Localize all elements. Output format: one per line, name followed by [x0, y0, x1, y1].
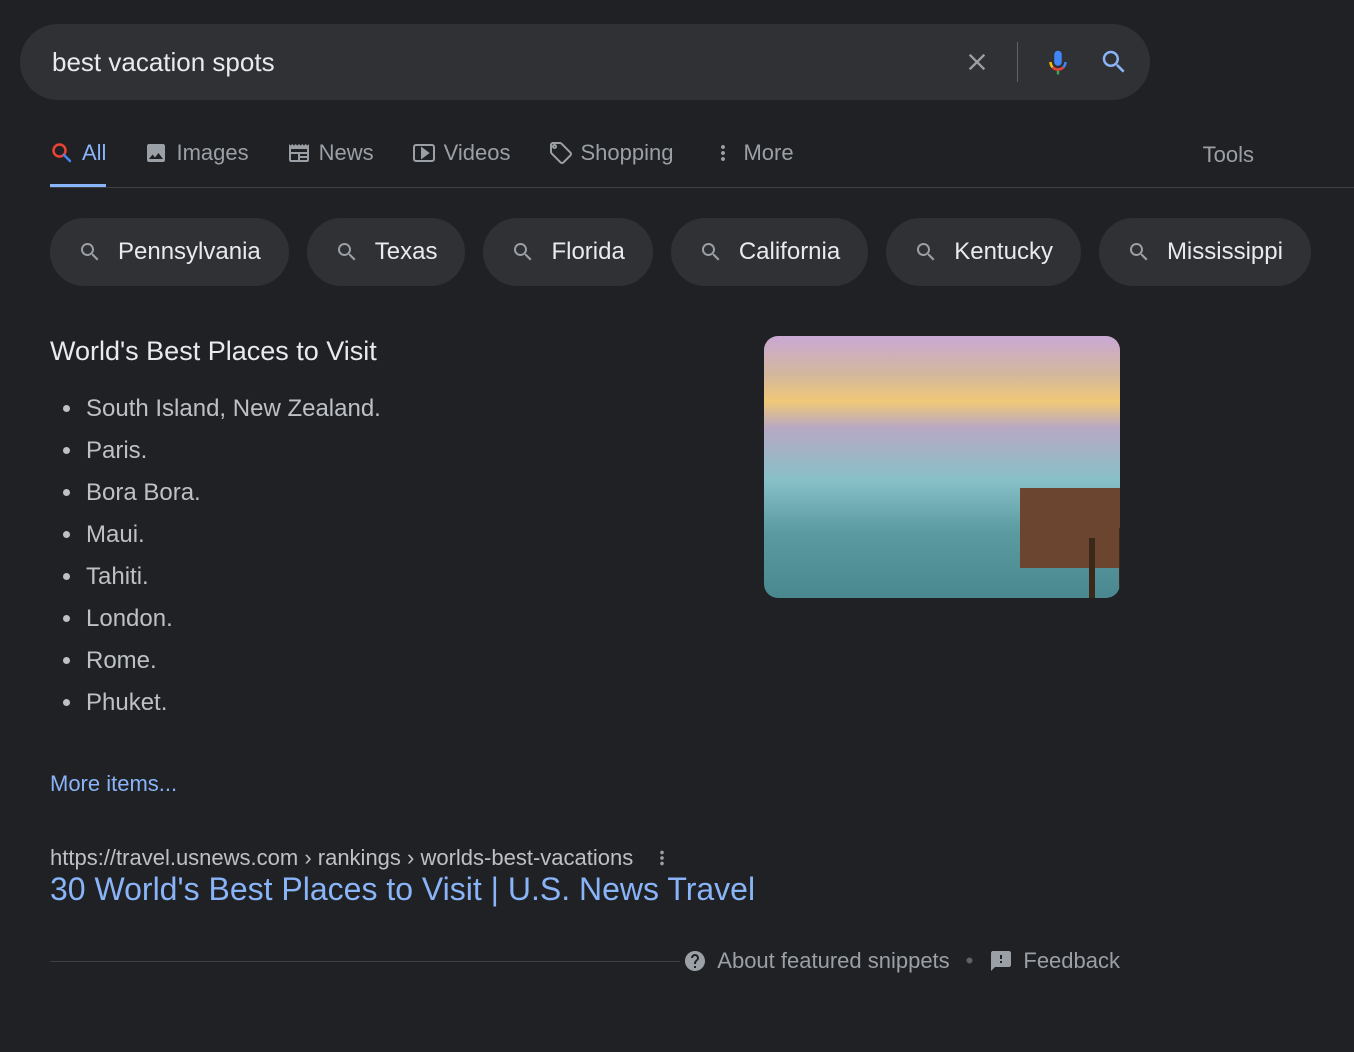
tabs-left: All Images News Videos Shopping More [50, 140, 794, 187]
tab-shopping-label: Shopping [581, 140, 674, 166]
featured-title: World's Best Places to Visit [50, 336, 744, 367]
search-icon [699, 240, 723, 264]
search-icon [511, 240, 535, 264]
voice-search-icon[interactable] [1034, 38, 1082, 86]
about-snippets-label: About featured snippets [717, 948, 949, 974]
more-vert-icon [711, 141, 735, 165]
clear-icon[interactable] [953, 38, 1001, 86]
tab-news[interactable]: News [287, 140, 374, 187]
videos-icon [412, 141, 436, 165]
tab-more[interactable]: More [711, 140, 793, 187]
search-input[interactable] [52, 47, 953, 78]
tab-more-label: More [743, 140, 793, 166]
footer-right: About featured snippets • Feedback [683, 948, 1120, 974]
related-chips: Pennsylvania Texas Florida California Ke… [50, 218, 1354, 286]
more-vert-icon[interactable] [651, 847, 673, 869]
chip-label: Florida [551, 238, 624, 266]
about-snippets-link[interactable]: About featured snippets [683, 948, 949, 974]
result-url-row: https://travel.usnews.com › rankings › w… [50, 845, 1354, 871]
search-icon [78, 240, 102, 264]
result-title-link[interactable]: 30 World's Best Places to Visit | U.S. N… [50, 871, 755, 907]
snippet-footer: About featured snippets • Feedback [50, 948, 1120, 974]
tab-shopping[interactable]: Shopping [549, 140, 674, 187]
search-icon [1127, 240, 1151, 264]
chip-item[interactable]: Florida [483, 218, 652, 286]
tab-images-label: Images [176, 140, 248, 166]
search-multicolor-icon [50, 141, 74, 165]
news-icon [287, 141, 311, 165]
tab-videos-label: Videos [444, 140, 511, 166]
tab-all[interactable]: All [50, 140, 106, 187]
list-item: London. [84, 605, 744, 633]
list-item: Paris. [84, 437, 744, 465]
chip-item[interactable]: California [671, 218, 868, 286]
list-item: Phuket. [84, 689, 744, 717]
chip-label: Pennsylvania [118, 238, 261, 266]
chip-item[interactable]: Kentucky [886, 218, 1081, 286]
tab-images[interactable]: Images [144, 140, 248, 187]
search-icon [335, 240, 359, 264]
chip-label: Kentucky [954, 238, 1053, 266]
feedback-icon [989, 949, 1013, 973]
tabs-row: All Images News Videos Shopping More Too… [50, 140, 1354, 188]
list-item: Bora Bora. [84, 479, 744, 507]
list-item: Maui. [84, 521, 744, 549]
result-url: https://travel.usnews.com › rankings › w… [50, 845, 633, 871]
chip-item[interactable]: Texas [307, 218, 466, 286]
list-item: South Island, New Zealand. [84, 395, 744, 423]
feedback-link[interactable]: Feedback [989, 948, 1120, 974]
search-bar [20, 24, 1150, 100]
chip-item[interactable]: Pennsylvania [50, 218, 289, 286]
list-item: Rome. [84, 647, 744, 675]
featured-snippet: World's Best Places to Visit South Islan… [50, 336, 1120, 797]
chip-label: Mississippi [1167, 238, 1283, 266]
more-items-link[interactable]: More items... [50, 771, 177, 797]
search-icon [914, 240, 938, 264]
list-item: Tahiti. [84, 563, 744, 591]
feedback-label: Feedback [1023, 948, 1120, 974]
featured-list: South Island, New Zealand. Paris. Bora B… [84, 395, 744, 717]
featured-image[interactable] [764, 336, 1120, 598]
shopping-icon [549, 141, 573, 165]
tab-news-label: News [319, 140, 374, 166]
featured-text: World's Best Places to Visit South Islan… [50, 336, 744, 797]
tab-all-label: All [82, 140, 106, 166]
search-icons-group [953, 38, 1138, 86]
chip-item[interactable]: Mississippi [1099, 218, 1311, 286]
chip-label: California [739, 238, 840, 266]
tools-button[interactable]: Tools [1203, 142, 1254, 186]
chip-label: Texas [375, 238, 438, 266]
divider [1017, 42, 1018, 82]
divider [50, 961, 680, 962]
images-icon [144, 141, 168, 165]
separator-dot: • [966, 948, 974, 974]
tab-videos[interactable]: Videos [412, 140, 511, 187]
search-icon[interactable] [1090, 38, 1138, 86]
help-icon [683, 949, 707, 973]
